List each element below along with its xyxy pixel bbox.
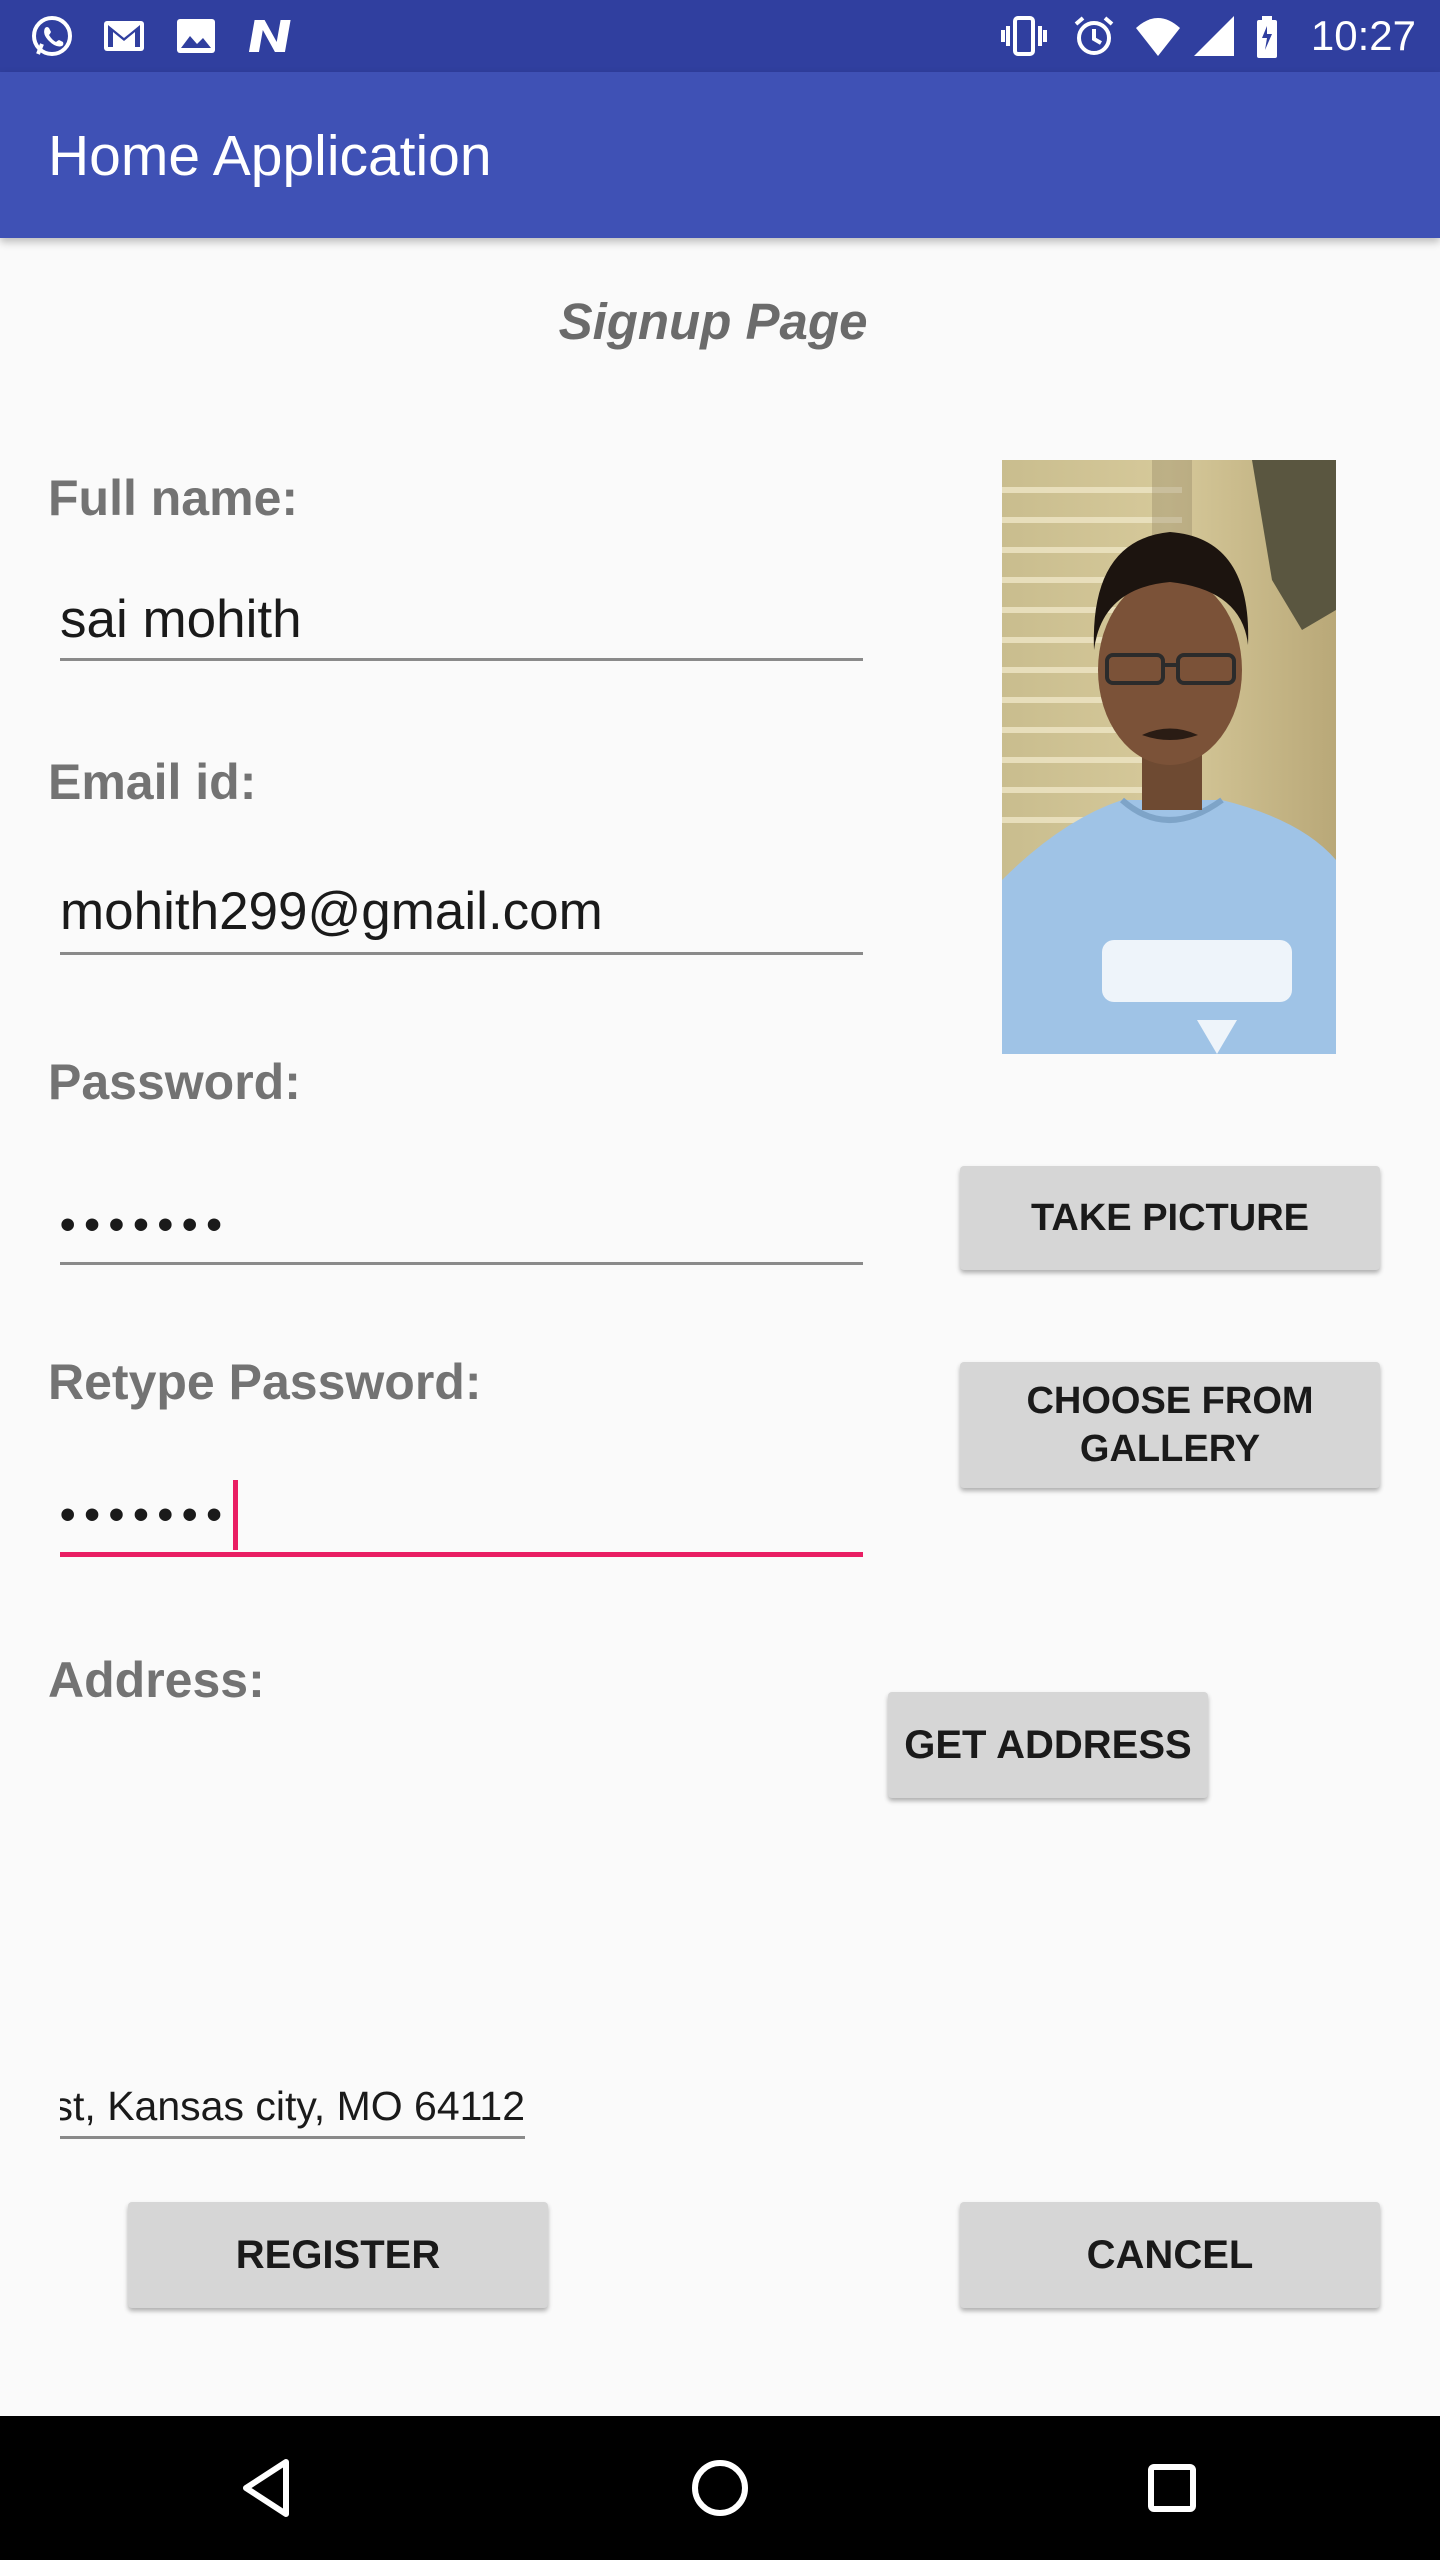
full-name-field[interactable]: sai mohith bbox=[60, 590, 863, 661]
address-value: st, Kansas city, MO 64112 bbox=[60, 2083, 525, 2129]
password-field[interactable]: ••••••• bbox=[60, 1192, 863, 1265]
address-field[interactable]: st, Kansas city, MO 64112 bbox=[60, 2076, 525, 2139]
home-icon[interactable] bbox=[680, 2448, 760, 2528]
email-value: mohith299@gmail.com bbox=[60, 882, 603, 941]
cancel-button[interactable]: CANCEL bbox=[960, 2202, 1380, 2308]
password-label: Password: bbox=[48, 1054, 301, 1110]
recents-icon[interactable] bbox=[1132, 2448, 1212, 2528]
profile-photo bbox=[1002, 460, 1336, 1054]
choose-from-gallery-button[interactable]: CHOOSE FROM GALLERY bbox=[960, 1362, 1380, 1488]
wifi-icon bbox=[1136, 18, 1180, 56]
take-picture-button[interactable]: TAKE PICTURE bbox=[960, 1166, 1380, 1270]
retype-password-value: ••••••• bbox=[60, 1490, 231, 1539]
choose-from-gallery-label-line1: CHOOSE FROM bbox=[1026, 1380, 1314, 1422]
full-name-label: Full name: bbox=[48, 470, 299, 526]
page-title: Signup Page bbox=[558, 293, 868, 350]
cancel-label: CANCEL bbox=[1086, 2232, 1254, 2277]
gmail-icon bbox=[104, 21, 144, 51]
back-icon[interactable] bbox=[228, 2448, 308, 2528]
email-field[interactable]: mohith299@gmail.com bbox=[60, 882, 863, 955]
app-title: Home Application bbox=[48, 124, 492, 188]
profile-photo-image bbox=[1002, 460, 1336, 1054]
retype-password-label: Retype Password: bbox=[48, 1354, 482, 1410]
register-button[interactable]: REGISTER bbox=[128, 2202, 548, 2308]
image-icon bbox=[177, 19, 215, 53]
n-notification-icon bbox=[248, 20, 291, 52]
address-label: Address: bbox=[48, 1652, 265, 1708]
password-value: ••••••• bbox=[60, 1200, 231, 1249]
email-label: Email id: bbox=[48, 754, 257, 810]
alarm-icon bbox=[1074, 16, 1114, 55]
battery-icon bbox=[1257, 16, 1277, 58]
text-cursor bbox=[232, 1480, 238, 1550]
register-label: REGISTER bbox=[235, 2232, 441, 2277]
choose-from-gallery-label-line2: GALLERY bbox=[1079, 1428, 1261, 1470]
get-address-label: GET ADDRESS bbox=[904, 1722, 1192, 1767]
whatsapp-icon bbox=[32, 16, 72, 56]
status-bar: 10:27 bbox=[0, 0, 1440, 72]
retype-password-field[interactable]: ••••••• bbox=[60, 1472, 863, 1557]
get-address-button[interactable]: GET ADDRESS bbox=[888, 1692, 1208, 1798]
take-picture-label: TAKE PICTURE bbox=[1031, 1196, 1309, 1239]
signal-icon bbox=[1194, 16, 1234, 56]
app-bar: Home Application bbox=[0, 72, 1440, 238]
status-time: 10:27 bbox=[1310, 12, 1416, 59]
vibrate-icon bbox=[1001, 16, 1047, 56]
full-name-value: sai mohith bbox=[60, 590, 302, 649]
navigation-bar bbox=[0, 2416, 1440, 2560]
